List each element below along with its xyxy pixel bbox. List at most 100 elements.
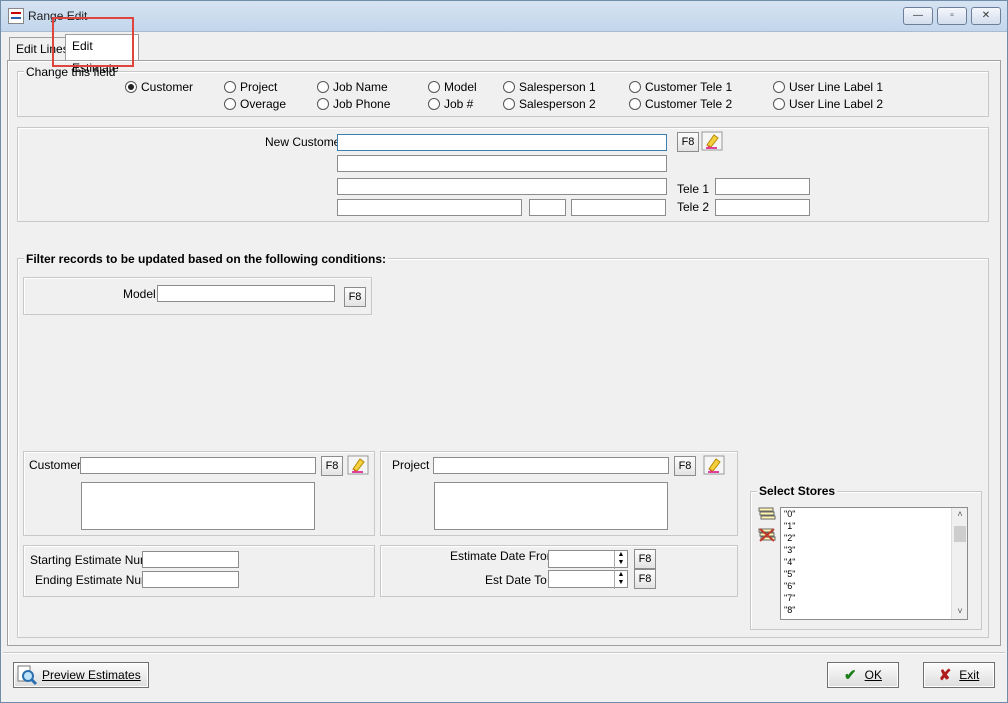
radio-dot — [317, 98, 329, 110]
store-item[interactable]: "2" — [781, 532, 967, 544]
minimize-button[interactable]: — — [903, 7, 933, 25]
ok-label: OK — [864, 668, 882, 682]
new-customer-f8-button[interactable]: F8 — [677, 132, 699, 152]
deselect-all-stores-icon[interactable] — [758, 527, 776, 543]
project-filter-clear-icon[interactable] — [703, 455, 725, 475]
customer-filter-input[interactable] — [80, 457, 316, 474]
radio-label: User Line Label 1 — [789, 80, 884, 94]
project-filter-input[interactable] — [433, 457, 669, 474]
radio-dot — [503, 98, 515, 110]
scroll-down-arrow-icon[interactable]: ˅ — [952, 605, 967, 619]
scroll-thumb[interactable] — [954, 526, 966, 542]
tele2-label: Tele 2 — [677, 200, 710, 214]
radio-salesperson-2[interactable]: Salesperson 2 — [503, 97, 596, 111]
radio-user-line-label-2[interactable]: User Line Label 2 — [773, 97, 883, 111]
exit-label: Exit — [959, 668, 980, 682]
stores-scrollbar[interactable]: ˄ ˅ — [951, 508, 967, 619]
tele1-label: Tele 1 — [677, 182, 710, 196]
ending-estimate-input[interactable] — [142, 571, 239, 588]
date-to-f8-button[interactable]: F8 — [634, 569, 656, 589]
tab-highlight-box — [52, 17, 134, 67]
new-customer-clear-icon[interactable] — [701, 131, 723, 151]
title-bar: Range Edit — ▫ ✕ — [1, 1, 1007, 32]
customer-filter-label: Customer — [29, 458, 82, 472]
radio-salesperson-1[interactable]: Salesperson 1 — [503, 80, 596, 94]
date-to-spinner[interactable]: ▲ ▼ — [614, 571, 627, 589]
exit-button[interactable]: ✘ Exit — [923, 662, 995, 688]
date-from-label: Estimate Date From — [450, 549, 557, 563]
model-label: Model — [123, 287, 156, 301]
radio-label: Customer Tele 2 — [645, 97, 733, 111]
radio-label: User Line Label 2 — [789, 97, 884, 111]
date-from-input[interactable]: ▲ ▼ — [548, 550, 628, 569]
radio-user-line-label-1[interactable]: User Line Label 1 — [773, 80, 883, 94]
radio-job-phone[interactable]: Job Phone — [317, 97, 390, 111]
scroll-up-arrow-icon[interactable]: ˄ — [952, 508, 967, 522]
store-item[interactable]: "7" — [781, 592, 967, 604]
select-all-stores-icon[interactable] — [758, 507, 776, 521]
customer-address-input[interactable] — [337, 178, 667, 195]
tele1-input[interactable] — [715, 178, 810, 195]
stores-listbox[interactable]: "0" "1" "2" "3" "4" "5" "6" "7" "8" ˄ ˅ — [780, 507, 968, 620]
new-customer-label: New Customer — [265, 135, 345, 149]
store-item[interactable]: "4" — [781, 556, 967, 568]
store-item[interactable]: "6" — [781, 580, 967, 592]
starting-estimate-input[interactable] — [142, 551, 239, 568]
radio-label: Salesperson 1 — [519, 80, 596, 94]
customer-filter-f8-button[interactable]: F8 — [321, 456, 343, 476]
close-button[interactable]: ✕ — [971, 7, 1001, 25]
radio-dot — [224, 81, 236, 93]
new-customer-input[interactable] — [337, 134, 667, 151]
date-from-f8-button[interactable]: F8 — [634, 549, 656, 569]
radio-label: Job Name — [333, 80, 388, 94]
ok-button[interactable]: ✔ OK — [827, 662, 899, 688]
maximize-button[interactable]: ▫ — [937, 7, 967, 25]
radio-label: Customer Tele 1 — [645, 80, 733, 94]
store-item[interactable]: "5" — [781, 568, 967, 580]
radio-customer[interactable]: Customer — [125, 80, 193, 94]
radio-job-number[interactable]: Job # — [428, 97, 473, 111]
radio-job-name[interactable]: Job Name — [317, 80, 388, 94]
filter-title: Filter records to be updated based on th… — [24, 252, 389, 266]
model-input[interactable] — [157, 285, 335, 302]
radio-dot — [428, 81, 440, 93]
radio-dot — [317, 81, 329, 93]
radio-customer-tele-2[interactable]: Customer Tele 2 — [629, 97, 732, 111]
x-icon: ✘ — [938, 667, 952, 684]
radio-label: Project — [240, 80, 278, 94]
radio-label: Job # — [444, 97, 474, 111]
project-filter-f8-button[interactable]: F8 — [674, 456, 696, 476]
radio-label: Customer — [141, 80, 194, 94]
radio-dot — [773, 98, 785, 110]
store-item[interactable]: "8" — [781, 604, 967, 616]
radio-dot — [125, 81, 137, 93]
footer-divider — [3, 652, 1005, 653]
radio-customer-tele-1[interactable]: Customer Tele 1 — [629, 80, 732, 94]
customer-zip-input[interactable] — [571, 199, 666, 216]
radio-project[interactable]: Project — [224, 80, 277, 94]
select-stores-title: Select Stores — [757, 484, 838, 498]
radio-label: Model — [444, 80, 477, 94]
customer-state-input[interactable] — [529, 199, 566, 216]
date-to-input[interactable]: ▲ ▼ — [548, 570, 628, 589]
radio-dot — [629, 98, 641, 110]
project-filter-label: Project — [392, 458, 430, 472]
radio-dot — [773, 81, 785, 93]
customer-city-input[interactable] — [337, 199, 522, 216]
store-item[interactable]: "1" — [781, 520, 967, 532]
tele2-input[interactable] — [715, 199, 810, 216]
radio-overage[interactable]: Overage — [224, 97, 286, 111]
store-item[interactable]: "0" — [781, 508, 967, 520]
customer-filter-details — [81, 482, 315, 530]
date-from-spinner[interactable]: ▲ ▼ — [614, 551, 627, 569]
radio-model[interactable]: Model — [428, 80, 477, 94]
date-to-label: Est Date To — [485, 573, 547, 587]
store-item[interactable]: "3" — [781, 544, 967, 556]
preview-estimates-button[interactable]: Preview Estimates — [13, 662, 149, 688]
ending-estimate-label: Ending Estimate Num — [35, 573, 152, 587]
model-f8-button[interactable]: F8 — [344, 287, 366, 307]
app-icon — [8, 8, 24, 24]
radio-label: Salesperson 2 — [519, 97, 596, 111]
customer-name-line-2-input[interactable] — [337, 155, 667, 172]
customer-filter-clear-icon[interactable] — [347, 455, 369, 475]
